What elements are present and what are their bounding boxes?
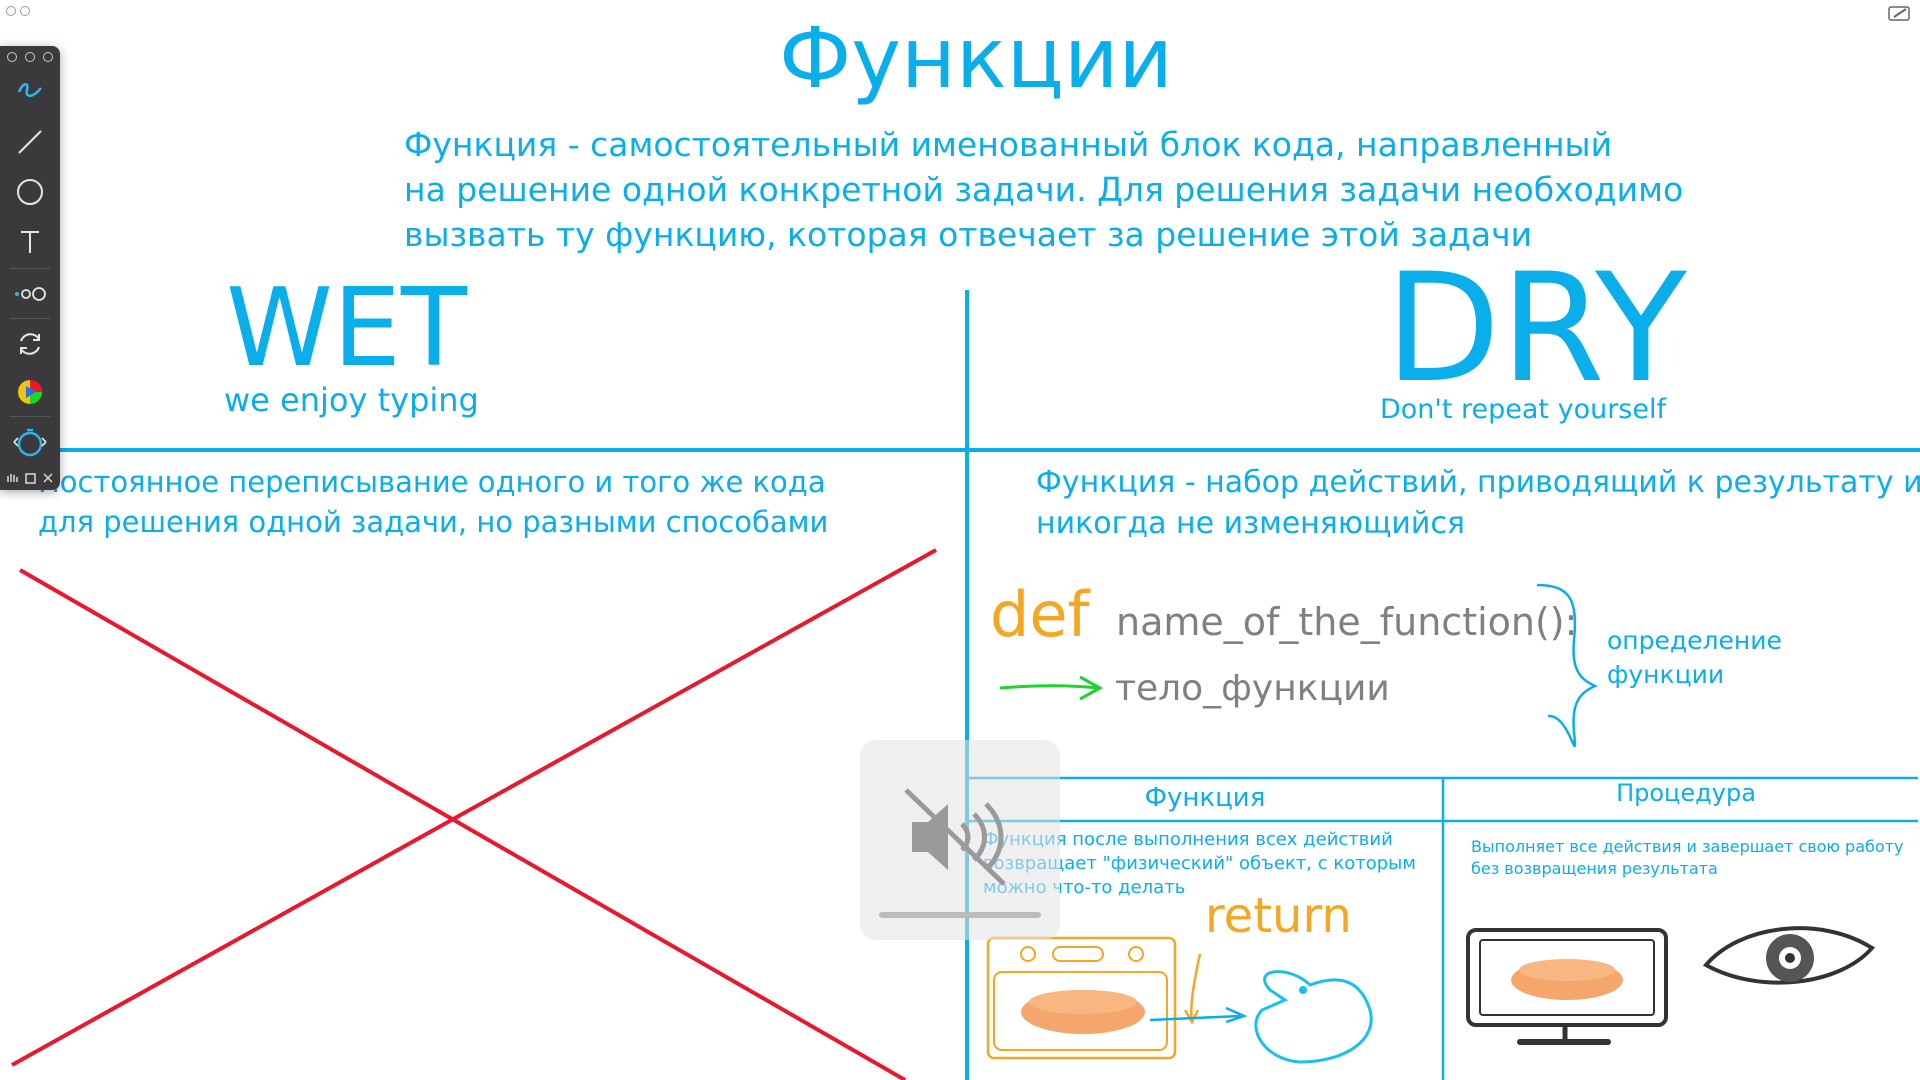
definition-line: Функция - самостоятельный именованный бл… — [404, 125, 1613, 164]
page-title: Функции — [778, 9, 1174, 107]
pacman-icon — [1254, 970, 1373, 1064]
table-header-function: Функция — [1144, 783, 1266, 813]
table-header-procedure: Процедура — [1616, 779, 1756, 807]
volume-level-bar — [879, 912, 1041, 918]
speaker-muted-icon — [904, 788, 1006, 886]
definition-line: на решение одной конкретной задачи. Для … — [404, 170, 1684, 209]
wet-description-line: для решения одной задачи, но разными спо… — [38, 505, 829, 539]
color-picker-button[interactable] — [10, 374, 50, 410]
pin-toolbar-icon[interactable] — [25, 52, 35, 62]
pen-icon — [17, 83, 42, 97]
line-icon — [18, 130, 42, 154]
procedure-description-line: без возвращения результата — [1471, 859, 1718, 878]
green-arrow-line — [999, 684, 1099, 690]
dry-description-line: Функция - набор действий, приводящий к р… — [1036, 465, 1920, 500]
dry-description-line: никогда не изменяющийся — [1036, 506, 1465, 541]
volume-mute-overlay — [860, 740, 1060, 940]
wet-subtitle: we enjoy typing — [224, 381, 479, 419]
functions-definition-text: Функция - самостоятельный именованный бл… — [404, 122, 1704, 257]
close-toolbar-icon[interactable] — [7, 52, 17, 62]
dry-subtitle: Don't repeat yourself — [1380, 394, 1666, 425]
line-tool-button[interactable] — [10, 124, 50, 160]
text-icon — [21, 231, 39, 253]
wet-heading: WET — [226, 266, 467, 391]
sync-button[interactable] — [10, 326, 50, 362]
drawing-toolbar — [0, 46, 60, 490]
timer-button[interactable] — [10, 424, 50, 460]
return-arrow — [1190, 953, 1202, 1021]
circle-tool-button[interactable] — [10, 174, 50, 210]
definition-label-line: определение — [1607, 626, 1782, 655]
dry-heading: DRY — [1385, 242, 1687, 416]
def-keyword: def — [990, 578, 1090, 651]
circle-icon — [17, 179, 43, 205]
text-tool-button[interactable] — [10, 224, 50, 260]
procedure-description: Выполняет все действия и завершает свою … — [1471, 836, 1911, 880]
toolbar-separator — [10, 318, 50, 319]
wet-description: Постоянное переписывание одного и того ж… — [38, 462, 958, 542]
toolbar-bottom-icons[interactable] — [4, 470, 56, 486]
sync-icon — [20, 333, 40, 355]
definition-label-line: функции — [1607, 660, 1725, 689]
cross-line-2 — [11, 548, 937, 1067]
eye-icon — [1702, 926, 1876, 985]
settings-toolbar-icon[interactable] — [43, 52, 53, 62]
oven-icon — [986, 936, 1177, 1060]
stroke-width-icon — [15, 287, 46, 301]
timer-icon — [13, 428, 47, 457]
function-name-text: name_of_the_function(): — [1116, 600, 1578, 644]
definition-label: определение функции — [1607, 624, 1782, 692]
stroke-width-button[interactable] — [10, 276, 50, 312]
toolbar-separator — [10, 416, 50, 417]
monitor-icon — [1466, 928, 1668, 1045]
procedure-description-line: Выполняет все действия и завершает свою … — [1471, 837, 1904, 856]
dry-description: Функция - набор действий, приводящий к р… — [1036, 462, 1920, 544]
color-picker-icon — [18, 380, 42, 404]
wet-description-line: Постоянное переписывание одного и того ж… — [38, 465, 826, 499]
function-body-text: тело_функции — [1115, 668, 1390, 709]
return-label: return — [1205, 888, 1352, 944]
cross-line-1 — [19, 568, 906, 1080]
toolbar-separator — [10, 268, 50, 269]
pen-tool-button[interactable] — [10, 72, 50, 108]
